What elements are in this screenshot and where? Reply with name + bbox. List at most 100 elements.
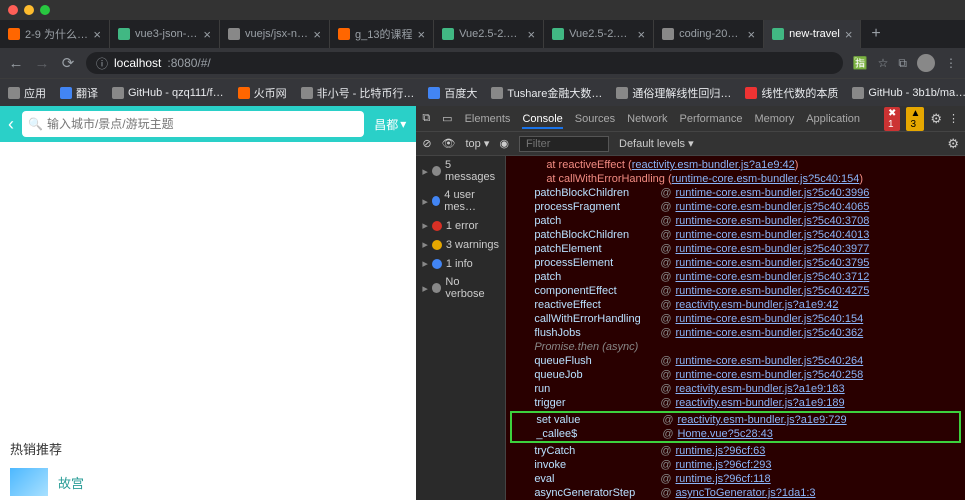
console-settings-icon[interactable]: ⚙ <box>947 136 959 152</box>
source-link[interactable]: runtime-core.esm-bundler.js?5c40:3708 <box>675 215 869 227</box>
app-back-button[interactable]: ‹ <box>4 114 18 135</box>
source-link[interactable]: runtime.js?96cf:293 <box>675 459 771 471</box>
source-link[interactable]: Home.vue?5c28:43 <box>677 428 772 440</box>
avatar-icon[interactable] <box>917 54 935 72</box>
close-icon[interactable]: × <box>313 27 321 42</box>
bookmark-item[interactable]: 翻译 <box>60 85 98 101</box>
source-link[interactable]: runtime-core.esm-bundler.js?5c40:362 <box>675 327 863 339</box>
bookmark-item[interactable]: 百度大 <box>428 85 477 101</box>
browser-tab[interactable]: vue3-json-sche× <box>110 20 220 48</box>
stack-frame[interactable]: patchBlockChildren@runtime-core.esm-bund… <box>510 228 961 242</box>
source-link[interactable]: runtime-core.esm-bundler.js?5c40:4275 <box>675 285 869 297</box>
close-icon[interactable]: × <box>527 27 535 42</box>
traffic-light-max[interactable] <box>40 5 50 15</box>
nav-reload-button[interactable]: ⟳ <box>60 54 76 72</box>
source-link[interactable]: runtime-core.esm-bundler.js?5c40:3996 <box>675 187 869 199</box>
source-link[interactable]: asyncToGenerator.js?1da1:3 <box>675 487 815 499</box>
sidebar-filter-row[interactable]: ▸1 error <box>416 216 505 235</box>
city-selector[interactable]: 昌都 ▾ <box>368 116 412 133</box>
console-output[interactable]: at reactiveEffect (reactivity.esm-bundle… <box>506 156 965 500</box>
close-icon[interactable]: × <box>203 27 211 42</box>
stack-frame[interactable]: run@reactivity.esm-bundler.js?a1e9:183 <box>510 382 961 396</box>
bookmark-item[interactable]: GitHub - qzq111/f… <box>112 87 224 99</box>
eye-icon-2[interactable]: ◉ <box>499 137 509 150</box>
stack-frame[interactable]: patchBlockChildren@runtime-core.esm-bund… <box>510 186 961 200</box>
source-link[interactable]: reactivity.esm-bundler.js?a1e9:729 <box>677 414 846 426</box>
devtools-tab[interactable]: Sources <box>575 113 615 125</box>
source-link[interactable]: runtime-core.esm-bundler.js?5c40:4065 <box>675 201 869 213</box>
source-link[interactable]: runtime.js?96cf:63 <box>675 445 765 457</box>
eye-icon[interactable]: 👁 <box>442 137 456 150</box>
browser-tab[interactable]: Vue2.5-2.6-3.0× <box>544 20 654 48</box>
source-link[interactable]: runtime-core.esm-bundler.js?5c40:154 <box>675 313 863 325</box>
warning-badge[interactable]: ▲ 3 <box>906 107 924 131</box>
devtools-tab[interactable]: Memory <box>754 113 794 125</box>
bookmark-item[interactable]: GitHub - 3b1b/ma… <box>852 87 965 99</box>
sidebar-filter-row[interactable]: ▸No verbose <box>416 273 505 303</box>
list-item[interactable]: 故宫 <box>0 464 416 500</box>
stack-frame[interactable]: flushJobs@runtime-core.esm-bundler.js?5c… <box>510 326 961 340</box>
source-link[interactable]: runtime-core.esm-bundler.js?5c40:3795 <box>675 257 869 269</box>
stack-frame[interactable]: queueJob@runtime-core.esm-bundler.js?5c4… <box>510 368 961 382</box>
stack-frame[interactable]: asyncGeneratorStep@asyncToGenerator.js?1… <box>510 486 961 500</box>
browser-tab[interactable]: 2-9 为什么vscod× <box>0 20 110 48</box>
stack-frame[interactable]: trigger@reactivity.esm-bundler.js?a1e9:1… <box>510 396 961 410</box>
source-link[interactable]: runtime-core.esm-bundler.js?5c40:264 <box>675 355 863 367</box>
stack-frame[interactable]: tryCatch@runtime.js?96cf:63 <box>510 444 961 458</box>
source-link[interactable]: runtime.js?96cf:118 <box>675 473 770 485</box>
bookmark-item[interactable]: 应用 <box>8 85 46 101</box>
stack-frame[interactable]: callWithErrorHandling@runtime-core.esm-b… <box>510 312 961 326</box>
sidebar-filter-row[interactable]: ▸4 user mes… <box>416 186 505 216</box>
stack-frame[interactable]: invoke@runtime.js?96cf:293 <box>510 458 961 472</box>
source-link[interactable]: reactivity.esm-bundler.js?a1e9:183 <box>675 383 844 395</box>
stack-frame[interactable]: queueFlush@runtime-core.esm-bundler.js?5… <box>510 354 961 368</box>
device-toggle-icon[interactable]: ▭ <box>442 112 452 125</box>
stack-frame[interactable]: processFragment@runtime-core.esm-bundler… <box>510 200 961 214</box>
devtools-tab[interactable]: Application <box>806 113 860 125</box>
bookmark-star-icon[interactable]: ☆ <box>878 56 889 70</box>
log-levels-selector[interactable]: Default levels ▾ <box>619 137 694 150</box>
devtools-tab[interactable]: Performance <box>680 113 743 125</box>
nav-forward-button[interactable]: → <box>34 55 50 72</box>
inspect-icon[interactable]: ⧉ <box>422 112 430 125</box>
browser-tab[interactable]: g_13的课程× <box>330 20 434 48</box>
browser-tab[interactable]: coding-203/coc× <box>654 20 764 48</box>
devtools-settings-icon[interactable]: ⚙ <box>930 111 942 127</box>
url-input[interactable]: ⓘ localhost:8080/#/ <box>86 52 843 74</box>
browser-tab[interactable]: Vue2.5-2.6-3.0× <box>434 20 544 48</box>
browser-menu-icon[interactable]: ⋮ <box>945 56 957 70</box>
stack-frame[interactable]: patchElement@runtime-core.esm-bundler.js… <box>510 242 961 256</box>
source-link[interactable]: runtime-core.esm-bundler.js?5c40:3712 <box>675 271 869 283</box>
sidebar-filter-row[interactable]: ▸1 info <box>416 254 505 273</box>
devtools-tab[interactable]: Elements <box>465 113 511 125</box>
source-link[interactable]: runtime-core.esm-bundler.js?5c40:3977 <box>675 243 869 255</box>
source-link[interactable]: runtime-core.esm-bundler.js?5c40:4013 <box>675 229 869 241</box>
search-input[interactable] <box>47 117 358 131</box>
nav-back-button[interactable]: ← <box>8 55 24 72</box>
source-link[interactable]: reactivity.esm-bundler.js?a1e9:42 <box>675 299 838 311</box>
error-line[interactable]: at reactiveEffect (reactivity.esm-bundle… <box>510 158 961 172</box>
traffic-light-min[interactable] <box>24 5 34 15</box>
traffic-light-close[interactable] <box>8 5 18 15</box>
bookmark-item[interactable]: 线性代数的本质 <box>745 85 838 101</box>
source-link[interactable]: reactivity.esm-bundler.js?a1e9:42 <box>632 159 795 171</box>
close-icon[interactable]: × <box>637 27 645 42</box>
close-icon[interactable]: × <box>845 27 853 42</box>
bookmark-item[interactable]: 通俗理解线性回归… <box>616 85 731 101</box>
source-link[interactable]: runtime-core.esm-bundler.js?5c40:154 <box>672 173 860 185</box>
stack-frame[interactable]: componentEffect@runtime-core.esm-bundler… <box>510 284 961 298</box>
error-line[interactable]: at callWithErrorHandling (runtime-core.e… <box>510 172 961 186</box>
source-link[interactable]: reactivity.esm-bundler.js?a1e9:189 <box>675 397 844 409</box>
bookmark-item[interactable]: 火币网 <box>238 85 287 101</box>
browser-tab[interactable]: new-travel× <box>764 20 861 48</box>
clear-console-icon[interactable]: ⊘ <box>422 137 431 150</box>
bookmark-item[interactable]: Tushare金融大数… <box>491 85 602 101</box>
sidebar-filter-row[interactable]: ▸5 messages <box>416 156 505 186</box>
context-selector[interactable]: top ▾ <box>466 137 490 150</box>
new-tab-button[interactable]: + <box>861 25 890 43</box>
sidebar-filter-row[interactable]: ▸3 warnings <box>416 235 505 254</box>
site-info-icon[interactable]: ⓘ <box>96 55 108 72</box>
stack-frame[interactable]: set value@reactivity.esm-bundler.js?a1e9… <box>512 413 959 427</box>
stack-frame[interactable]: patch@runtime-core.esm-bundler.js?5c40:3… <box>510 214 961 228</box>
source-link[interactable]: runtime-core.esm-bundler.js?5c40:258 <box>675 369 863 381</box>
